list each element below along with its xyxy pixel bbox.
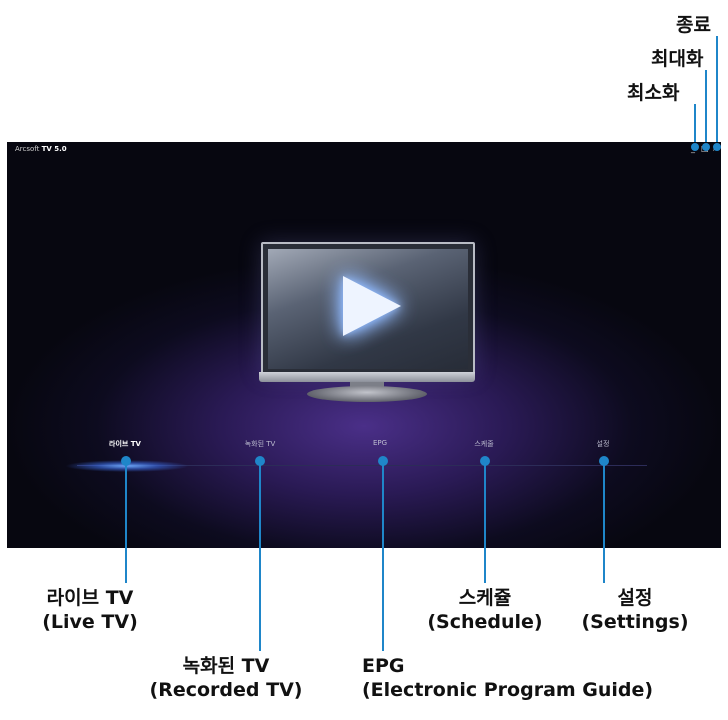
close-pointer-dot	[713, 143, 721, 151]
live-tv-pointer-line	[125, 461, 127, 583]
schedule-annotation-en: (Schedule)	[427, 611, 543, 633]
epg-pointer-line	[382, 461, 384, 651]
recorded-tv-annotation-ko: 녹화된 TV	[182, 655, 270, 677]
epg-annotation-title: EPG	[362, 655, 405, 677]
maximize-pointer-dot	[702, 143, 710, 151]
app-title-main: TV 5.0	[41, 145, 67, 153]
minimize-annotation: 최소화	[627, 82, 680, 104]
nav-settings[interactable]: 설정	[597, 439, 610, 449]
epg-pointer-dot	[378, 456, 388, 466]
maximize-annotation: 최대화	[651, 48, 704, 70]
live-tv-annotation-ko: 라이브 TV	[46, 587, 134, 609]
schedule-annotation-ko: 스케쥴	[458, 587, 512, 609]
nav-recorded-tv[interactable]: 녹화된 TV	[245, 439, 276, 449]
maximize-pointer-line	[705, 70, 707, 146]
tv-bezel	[259, 372, 475, 382]
live-tv-annotation-en: (Live TV)	[42, 611, 138, 633]
nav-live-tv[interactable]: 라이브 TV	[109, 439, 141, 449]
live-tv-pointer-dot	[121, 456, 131, 466]
settings-annotation-en: (Settings)	[581, 611, 689, 633]
app-title: Arcsoft TV 5.0	[15, 145, 67, 153]
live-tv-annotation: 라이브 TV (Live TV)	[42, 586, 138, 634]
schedule-pointer-dot	[480, 456, 490, 466]
epg-annotation: EPG (Electronic Program Guide)	[362, 654, 653, 702]
app-title-prefix: Arcsoft	[15, 145, 40, 153]
minimize-pointer-line	[694, 104, 696, 146]
nav-schedule[interactable]: 스케줄	[474, 439, 493, 449]
recorded-tv-pointer-dot	[255, 456, 265, 466]
tv-stand-base	[307, 386, 427, 402]
settings-pointer-dot	[599, 456, 609, 466]
settings-annotation: 설정 (Settings)	[581, 586, 688, 634]
recorded-tv-pointer-line	[259, 461, 261, 651]
recorded-tv-annotation-en: (Recorded TV)	[149, 679, 303, 701]
minimize-pointer-dot	[691, 143, 699, 151]
settings-annotation-ko: 설정	[617, 587, 653, 609]
play-icon[interactable]	[343, 276, 401, 336]
settings-pointer-line	[603, 461, 605, 583]
schedule-pointer-line	[484, 461, 486, 583]
app-window: Arcsoft TV 5.0 _ □ × 라이브 TV 녹화된 TV EPG 스…	[7, 142, 721, 548]
epg-annotation-en: (Electronic Program Guide)	[362, 679, 654, 701]
schedule-annotation: 스케쥴 (Schedule)	[427, 586, 542, 634]
nav-epg[interactable]: EPG	[373, 439, 387, 447]
close-pointer-line	[716, 36, 718, 146]
close-annotation: 종료	[676, 14, 711, 36]
recorded-tv-annotation: 녹화된 TV (Recorded TV)	[150, 654, 303, 702]
